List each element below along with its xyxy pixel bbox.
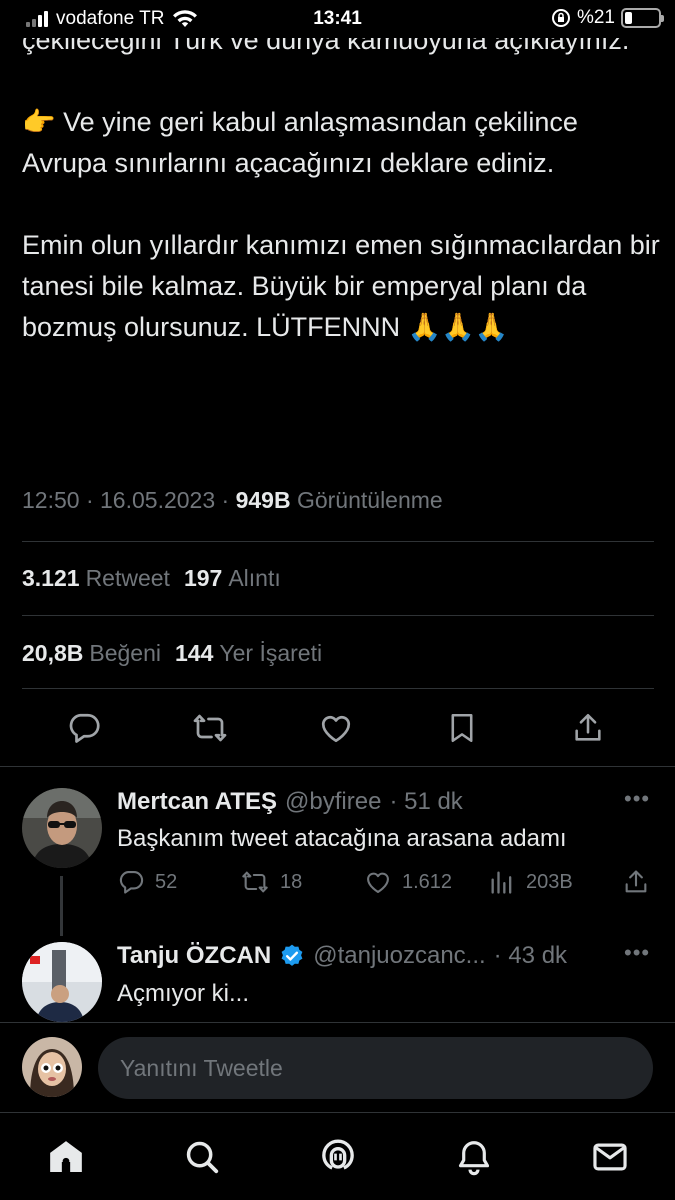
avatar[interactable]: [22, 788, 102, 868]
divider: [22, 688, 654, 689]
retweet-label: Retweet: [85, 565, 170, 591]
tab-home[interactable]: [44, 1135, 88, 1179]
reply-time: · 43 dk: [493, 942, 568, 969]
likes-stat[interactable]: 20,8B Beğeni: [22, 640, 161, 667]
avatar-image: [22, 788, 102, 868]
share-icon: [625, 870, 647, 893]
divider: [0, 766, 675, 767]
tweet-text: çekileceğini Türk ve dünya kamuoyuna açı…: [22, 20, 662, 348]
bookmark-icon: [451, 713, 473, 743]
reply-button[interactable]: [64, 706, 104, 750]
quote-label: Alıntı: [228, 565, 281, 591]
reply-author-handle[interactable]: @tanjuozcanc...: [313, 942, 485, 970]
more-icon: •••: [624, 940, 651, 965]
retweet-icon: [193, 714, 227, 742]
views-count: 203B: [526, 870, 573, 893]
reply-header: Mertcan ATEŞ @byfiree · 51 dk: [117, 788, 463, 816]
reply-like-button[interactable]: 1.612: [364, 866, 452, 898]
battery-icon: [621, 8, 664, 28]
like-button[interactable]: [316, 706, 356, 750]
reply-icon: [69, 713, 100, 743]
notifications-icon: [458, 1141, 490, 1176]
views-label[interactable]: Görüntülenme: [297, 487, 443, 513]
bookmark-count: 144: [175, 640, 214, 666]
battery-percent: %21: [576, 7, 615, 28]
battery-fill: [625, 12, 632, 24]
like-label: Beğeni: [89, 640, 161, 666]
reply-composer: Yanıtını Tweetle: [0, 1022, 675, 1112]
reply-author-handle[interactable]: @byfiree: [285, 788, 381, 816]
reply-reply-button[interactable]: 52: [117, 866, 177, 898]
share-icon: [575, 713, 601, 741]
quotes-stat[interactable]: 197 Alıntı: [184, 565, 281, 592]
messages-icon: [593, 1143, 627, 1171]
avatar-image: [22, 1037, 82, 1097]
verified-badge-icon: [281, 944, 303, 966]
like-count: 20,8B: [22, 640, 84, 666]
reply-placeholder: Yanıtını Tweetle: [120, 1054, 283, 1081]
reply-share-button[interactable]: [622, 866, 650, 898]
heart-icon: [321, 715, 351, 743]
reply-retweet-button[interactable]: 18: [240, 866, 302, 898]
quote-count: 197: [183, 565, 223, 591]
views-icon: [491, 871, 512, 894]
bookmark-label: Yer İşareti: [219, 640, 323, 666]
reply-author-name[interactable]: Tanju ÖZCAN: [117, 942, 271, 970]
views-count[interactable]: 949B: [236, 487, 291, 513]
tweet-date: 16.05.2023: [100, 487, 216, 513]
tweet-actions: [0, 706, 675, 750]
more-button[interactable]: •••: [624, 786, 650, 812]
divider: [22, 615, 654, 616]
reply-icon: [119, 871, 144, 894]
retweet-count: 3.121: [22, 565, 80, 591]
reply-count: 52: [155, 870, 178, 893]
meta-separator: ·: [85, 487, 94, 513]
tab-messages[interactable]: [588, 1135, 632, 1179]
tweet-meta: 12:50 · 16.05.2023 · 949B Görüntülenme: [22, 487, 443, 514]
tab-spaces[interactable]: [316, 1135, 360, 1179]
reply-text: Açmıyor ki...: [117, 980, 250, 1007]
spaces-icon: [322, 1139, 354, 1170]
more-icon: •••: [624, 786, 651, 811]
tab-search[interactable]: [180, 1135, 224, 1179]
retweet-button[interactable]: [190, 706, 230, 750]
stats-retweets: 3.121 Retweet 197 Alıntı: [22, 565, 281, 592]
heart-icon: [367, 872, 389, 893]
meta-separator: ·: [221, 487, 230, 513]
tab-notifications[interactable]: [452, 1135, 496, 1179]
reply-actions: 52 18 1.612 203B: [0, 866, 675, 898]
reply-input[interactable]: Yanıtını Tweetle: [98, 1037, 653, 1099]
bookmarks-stat[interactable]: 144 Yer İşareti: [175, 640, 322, 667]
share-button[interactable]: [568, 706, 608, 750]
retweet-icon: [242, 871, 268, 893]
reply-author-name[interactable]: Mertcan ATEŞ: [117, 788, 277, 816]
tab-bar: [0, 1112, 675, 1200]
tweet-paragraph: Emin olun yıllardır kanımızı emen sığınm…: [22, 230, 660, 342]
avatar[interactable]: [22, 942, 102, 1022]
stats-likes: 20,8B Beğeni 144 Yer İşareti: [22, 640, 322, 667]
user-avatar[interactable]: [22, 1037, 82, 1097]
divider: [22, 541, 654, 542]
orientation-lock-icon: [551, 9, 570, 27]
status-right: %21: [551, 7, 664, 29]
tweet-time: 12:50: [22, 487, 80, 513]
tweet-paragraph: 👉 Ve yine geri kabul anlaşmasından çekil…: [22, 107, 578, 178]
more-button[interactable]: •••: [624, 940, 650, 966]
home-icon: [50, 1141, 82, 1172]
reply-text: Başkanım tweet atacağına arasana adamı: [117, 825, 567, 852]
retweets-stat[interactable]: 3.121 Retweet: [22, 565, 170, 592]
status-bar: vodafone TR 13:41 %21: [0, 0, 675, 38]
reply-views-button[interactable]: 203B: [488, 866, 573, 898]
search-icon: [186, 1141, 219, 1174]
reply-header: Tanju ÖZCAN @tanjuozcanc... · 43 dk: [117, 942, 567, 970]
reply-time: · 51 dk: [389, 788, 463, 815]
bookmark-button[interactable]: [442, 706, 482, 750]
avatar-image: [22, 942, 102, 1022]
retweet-count: 18: [280, 870, 303, 893]
like-count: 1.612: [402, 870, 453, 893]
thread-line: [60, 876, 63, 936]
